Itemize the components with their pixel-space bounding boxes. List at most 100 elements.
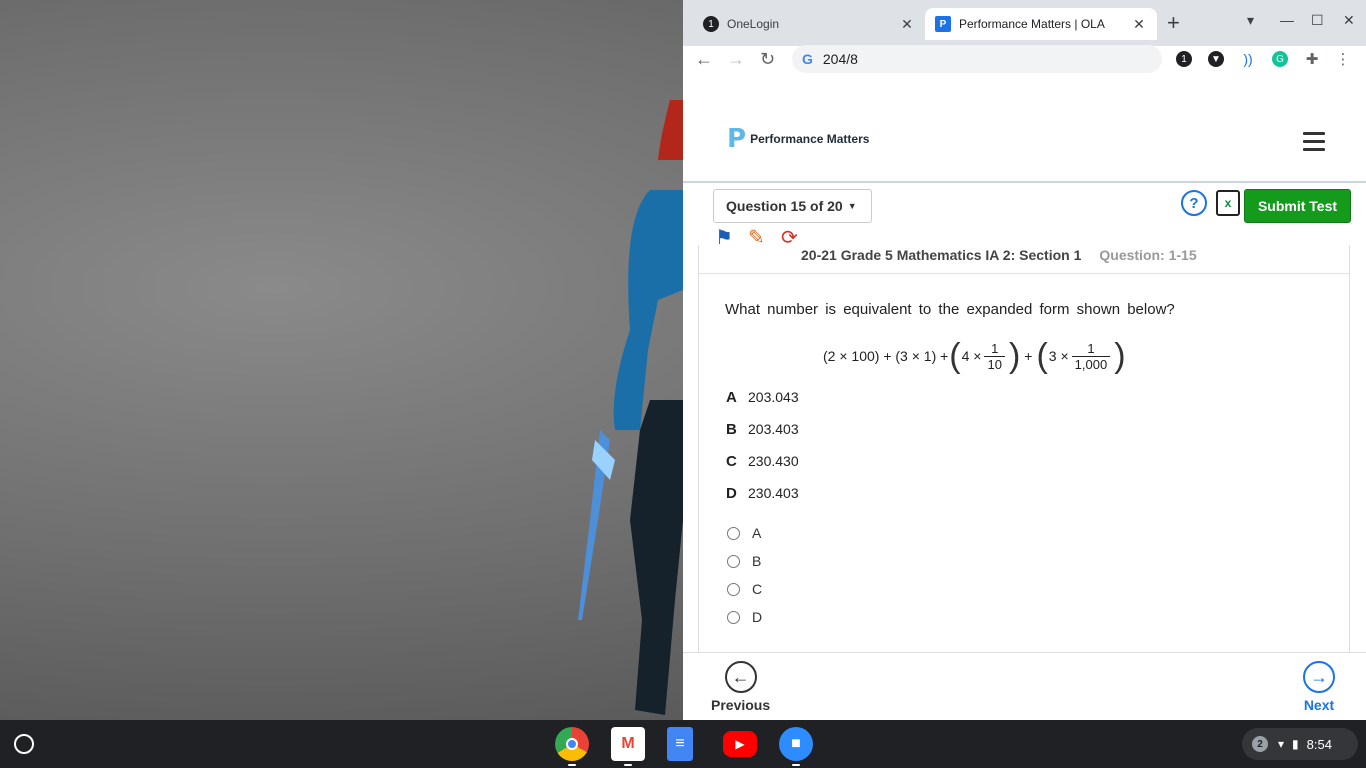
running-indicator	[624, 764, 632, 766]
choice-a: A 203.043	[726, 381, 799, 413]
paren-close: )	[1008, 337, 1021, 375]
choice-value: 230.403	[748, 485, 799, 501]
google-icon: G	[802, 51, 813, 67]
previous-label: Previous	[711, 697, 771, 713]
choice-value: 203.403	[748, 421, 799, 437]
gmail-icon[interactable]: M	[611, 727, 645, 766]
zoom-icon[interactable]: ■	[779, 727, 813, 766]
browser-toolbar: ← → ↻ G 204/8 1 ▼ )) G ✚ ⋮	[683, 45, 1366, 74]
choice-value: 203.043	[748, 389, 799, 405]
choice-letter: B	[726, 420, 737, 438]
performance-matters-logo: P Performance Matters	[727, 124, 869, 154]
question-selector-label: Question 15 of 20	[726, 198, 843, 214]
flag-icon[interactable]: ⚑	[715, 227, 733, 249]
radio-button[interactable]	[727, 554, 740, 568]
radio-option-d[interactable]: D	[727, 603, 762, 631]
clock: 8:54	[1306, 736, 1332, 752]
system-tray[interactable]: 2 ▾ ▮ 8:54	[1242, 728, 1358, 760]
performance-matters-favicon-icon: P	[935, 16, 951, 32]
read-aloud-extension-icon[interactable]: ))	[1240, 51, 1256, 67]
tab-title: Performance Matters | OLA	[959, 17, 1105, 31]
paren-open: (	[1036, 337, 1048, 375]
page-content: P Performance Matters 20-21 Grade 5 Math…	[683, 82, 1366, 720]
test-title-text: 20-21 Grade 5 Mathematics IA 2: Section …	[801, 247, 1082, 263]
fraction-denominator: 1,000	[1071, 355, 1111, 372]
radio-label: C	[752, 581, 763, 597]
tab-onelogin[interactable]: 1 OneLogin ✕	[693, 8, 925, 40]
radio-label: D	[752, 609, 763, 625]
more-menu-icon[interactable]: ⋮	[1335, 51, 1351, 68]
question-selector-dropdown[interactable]: Question 15 of 20 ▼	[713, 189, 872, 223]
answer-choices: A 203.043 B 203.403 C 230.430 D 230.403	[726, 381, 799, 509]
address-text: 204/8	[822, 51, 858, 67]
reset-icon[interactable]: ⟳	[781, 227, 798, 249]
test-card: 20-21 Grade 5 Mathematics IA 2: Section …	[698, 242, 1350, 720]
highlighter-icon[interactable]: ✎	[748, 227, 765, 249]
onelogin-favicon-icon: 1	[703, 16, 719, 32]
reload-icon[interactable]: ↻	[760, 50, 775, 68]
radio-button[interactable]	[727, 582, 740, 596]
notification-count-badge: 2	[1252, 736, 1268, 752]
grammarly-extension-icon[interactable]: G	[1272, 51, 1288, 67]
calculator-icon[interactable]: x	[1216, 190, 1240, 216]
youtube-icon[interactable]: ▶	[723, 731, 757, 757]
choice-letter: C	[726, 452, 737, 470]
question-toolbar: Question 15 of 20 ▼ ? x Submit Test ⚑ ✎ …	[683, 185, 1366, 249]
tab-search-icon[interactable]: ▾	[1247, 12, 1254, 29]
test-subtitle: Question: 1-15	[1099, 247, 1197, 263]
browser-window: 1 OneLogin ✕ P Performance Matters | OLA…	[683, 0, 1366, 720]
radio-option-b[interactable]: B	[727, 547, 762, 575]
extensions-puzzle-icon[interactable]: ✚	[1304, 51, 1320, 68]
previous-button[interactable]: ← Previous	[711, 661, 770, 713]
expanded-form-formula: (2 × 100) + (3 × 1) + ( 4 × 1 10 ) + ( 3…	[823, 335, 1127, 377]
battery-icon: ▮	[1292, 737, 1299, 751]
submit-test-button[interactable]: Submit Test	[1244, 189, 1351, 223]
close-window-icon[interactable]: ✕	[1343, 12, 1355, 29]
address-bar[interactable]: G 204/8	[792, 45, 1162, 73]
logo-p-icon: P	[727, 124, 747, 154]
chrome-icon[interactable]	[555, 727, 589, 766]
caret-down-icon: ▼	[847, 201, 857, 211]
fraction-one-thousandth: 1 1,000	[1071, 340, 1111, 372]
maximize-icon[interactable]: ☐	[1311, 12, 1324, 29]
tab-close-icon[interactable]: ✕	[1131, 16, 1147, 33]
test-title: 20-21 Grade 5 Mathematics IA 2: Section …	[801, 247, 1197, 263]
logo-text: Performance Matters	[750, 132, 870, 146]
tab-close-icon[interactable]: ✕	[899, 16, 915, 33]
next-button[interactable]: → Next	[1303, 661, 1335, 713]
radio-button[interactable]	[727, 526, 740, 540]
radio-option-c[interactable]: C	[727, 575, 762, 603]
back-icon[interactable]: ←	[695, 50, 713, 68]
onepassword-extension-icon[interactable]: 1	[1176, 51, 1192, 67]
radio-label: A	[752, 525, 762, 541]
navigation-footer: ← Previous → Next	[683, 652, 1366, 720]
google-docs-icon[interactable]: ≡	[667, 727, 693, 761]
divider	[699, 273, 1349, 274]
radio-option-a[interactable]: A	[727, 519, 762, 547]
fraction-denominator: 10	[984, 355, 1005, 372]
radio-button[interactable]	[727, 610, 740, 624]
arrow-right-icon: →	[1303, 661, 1335, 693]
fraction-one-tenth: 1 10	[984, 340, 1005, 372]
running-indicator	[792, 764, 800, 766]
hamburger-menu-icon[interactable]	[1303, 132, 1325, 156]
paren-open: (	[949, 337, 961, 375]
formula-term-4-lead: 3 ×	[1048, 348, 1069, 364]
launcher-icon[interactable]	[14, 734, 34, 754]
wallpaper-character-image	[578, 100, 683, 715]
app-header: P Performance Matters	[683, 110, 1366, 183]
formula-plus: +	[1024, 348, 1033, 364]
wifi-icon: ▾	[1278, 737, 1285, 751]
choice-letter: A	[726, 388, 737, 406]
shield-extension-icon[interactable]: ▼	[1208, 51, 1224, 67]
fraction-numerator: 1	[1087, 340, 1095, 356]
question-prompt: What number is equivalent to the expande…	[725, 301, 1175, 318]
fraction-numerator: 1	[991, 340, 999, 356]
forward-icon[interactable]: →	[727, 50, 745, 68]
help-icon[interactable]: ?	[1181, 190, 1207, 216]
tab-performance-matters[interactable]: P Performance Matters | OLA ✕	[925, 8, 1157, 40]
next-label: Next	[1303, 697, 1335, 713]
minimize-icon[interactable]: —	[1280, 12, 1294, 28]
arrow-left-icon: ←	[724, 661, 757, 693]
new-tab-button[interactable]: +	[1167, 12, 1180, 34]
